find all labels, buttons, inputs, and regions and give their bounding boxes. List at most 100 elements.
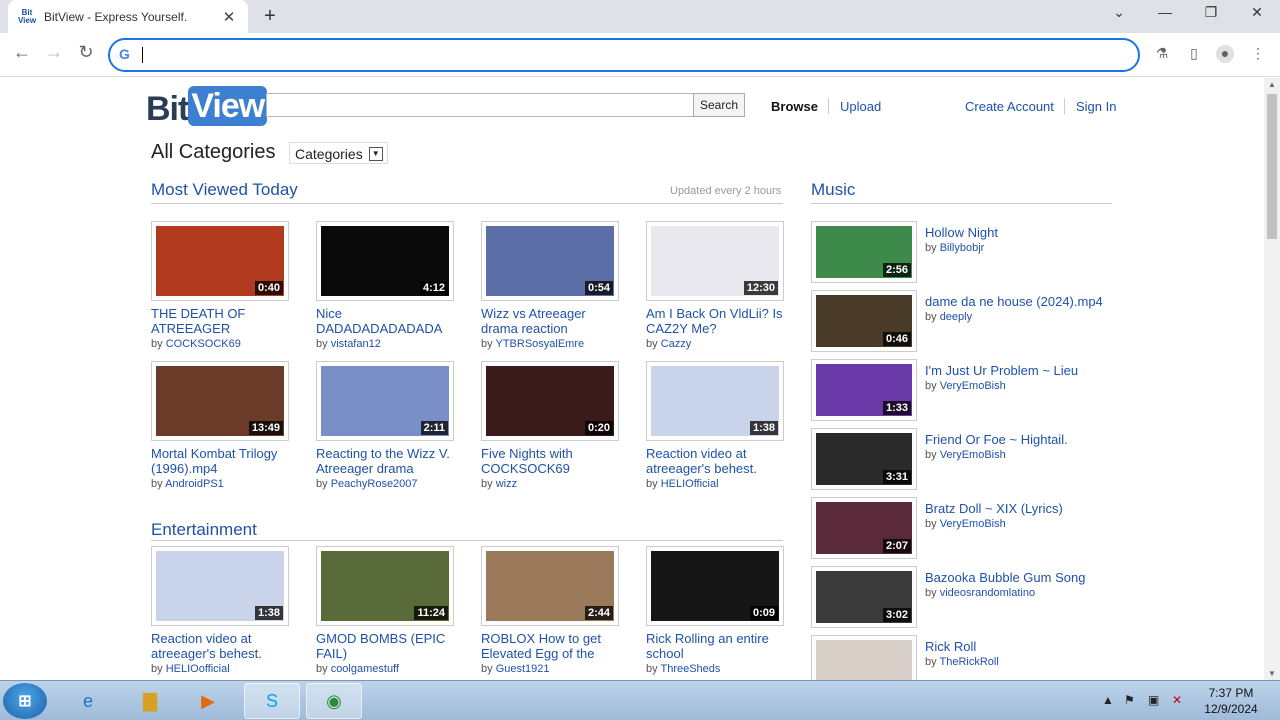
tab-search-chevron-icon[interactable]: ⌄ — [1107, 4, 1131, 21]
video-thumbnail[interactable]: 0:46 — [811, 290, 917, 352]
video-card[interactable]: 2:44 ROBLOX How to get Elevated Egg of th… — [481, 546, 621, 675]
scrollbar-thumb[interactable] — [1267, 94, 1277, 239]
video-card[interactable]: 4:12 Nice DADADADADADADA by vistafan12 — [316, 221, 456, 350]
system-clock[interactable]: 7:37 PM 12/9/2024 — [1196, 685, 1266, 717]
video-thumbnail[interactable]: 4:12 — [316, 221, 454, 301]
music-title-link[interactable]: Rick Roll — [925, 639, 976, 654]
video-card[interactable]: 2:11 Reacting to the Wizz V. Atreeager dr… — [316, 361, 456, 490]
video-thumbnail[interactable]: 0:20 — [481, 361, 619, 441]
author-link[interactable]: ThreeSheds — [660, 663, 720, 675]
video-title-link[interactable]: Wizz vs Atreeager drama reaction — [481, 306, 621, 336]
music-title-link[interactable]: Bratz Doll ~ XIX (Lyrics) — [925, 501, 1063, 516]
video-thumbnail[interactable]: 0:09 — [646, 546, 784, 626]
video-thumbnail[interactable]: 2:11 — [316, 361, 454, 441]
music-item[interactable]: 1:33 I'm Just Ur Problem ~ Lieu by VeryEmo… — [811, 359, 1131, 423]
author-link[interactable]: YTBRSosyalEmre — [495, 338, 584, 350]
author-link[interactable]: Guest1921 — [496, 663, 550, 675]
video-title-link[interactable]: Reaction video at atreeager's behest. — [646, 446, 786, 476]
video-title-link[interactable]: Am I Back On VldLii? Is CAZ2Y Me? — [646, 306, 786, 336]
video-card[interactable]: 0:40 THE DEATH OF ATREEAGER by COCKSOCK69 — [151, 221, 291, 350]
chrome-icon[interactable]: ◉ — [306, 683, 362, 719]
forward-icon[interactable]: → — [42, 42, 66, 63]
video-thumbnail[interactable]: 1:38 — [151, 546, 289, 626]
browser-tab[interactable]: Bit View BitView - Express Yourself. ✕ — [8, 0, 248, 33]
music-title-link[interactable]: Friend Or Foe ~ Hightail. — [925, 432, 1068, 447]
music-title-link[interactable]: I'm Just Ur Problem ~ Lieu — [925, 363, 1078, 378]
author-link[interactable]: Cazzy — [661, 338, 692, 350]
start-button-icon[interactable]: ⊞ — [3, 683, 47, 719]
profile-avatar-icon[interactable]: ● — [1216, 45, 1234, 63]
video-thumbnail[interactable]: 11:24 — [316, 546, 454, 626]
new-tab-icon[interactable]: + — [260, 5, 280, 28]
section-title-entertainment[interactable]: Entertainment — [151, 520, 257, 540]
music-title-link[interactable]: Bazooka Bubble Gum Song — [925, 570, 1085, 585]
reload-icon[interactable]: ↻ — [74, 42, 98, 63]
section-title-most-viewed[interactable]: Most Viewed Today — [151, 180, 298, 200]
network-icon[interactable]: ▣ — [1148, 693, 1159, 707]
video-thumbnail[interactable]: 2:56 — [811, 221, 917, 283]
internet-explorer-icon[interactable]: e — [60, 683, 116, 719]
video-title-link[interactable]: Reaction video at atreeager's behest. — [151, 631, 291, 661]
video-title-link[interactable]: ROBLOX How to get Elevated Egg of the — [481, 631, 621, 661]
restore-icon[interactable]: ❐ — [1199, 4, 1223, 21]
close-tab-icon[interactable]: ✕ — [220, 8, 238, 26]
video-card[interactable]: 1:38 Reaction video at atreeager's behest… — [151, 546, 291, 675]
video-thumbnail[interactable]: 1:33 — [811, 359, 917, 421]
media-player-icon[interactable]: ▶ — [180, 683, 236, 719]
video-card[interactable]: 0:09 Rick Rolling an entire school by Thre… — [646, 546, 786, 675]
video-thumbnail[interactable]: 0:54 — [481, 221, 619, 301]
author-link[interactable]: HELIOofficial — [166, 663, 230, 675]
author-link[interactable]: Billybobjr — [940, 242, 985, 254]
video-thumbnail[interactable]: 3:31 — [811, 428, 917, 490]
scroll-up-icon[interactable]: ▲ — [1268, 80, 1276, 89]
video-card[interactable]: 0:20 Five Nights with COCKSOCK69 by wizz — [481, 361, 621, 490]
video-thumbnail[interactable]: 2:44 — [481, 546, 619, 626]
video-card[interactable]: 0:54 Wizz vs Atreeager drama reaction by Y… — [481, 221, 621, 350]
menu-kebab-icon[interactable]: ⋮ — [1249, 45, 1267, 63]
action-center-flag-icon[interactable]: ⚑ — [1124, 693, 1135, 707]
video-title-link[interactable]: Five Nights with COCKSOCK69 — [481, 446, 621, 476]
video-title-link[interactable]: GMOD BOMBS (EPIC FAIL) — [316, 631, 456, 661]
address-bar[interactable]: G — [108, 38, 1140, 72]
site-search-input[interactable] — [266, 93, 694, 117]
address-input[interactable] — [144, 44, 1104, 66]
music-title-link[interactable]: Hollow Night — [925, 225, 998, 240]
music-item[interactable]: 3:02 Bazooka Bubble Gum Song by videosrand… — [811, 566, 1131, 630]
categories-dropdown[interactable]: Categories ▼ — [289, 142, 388, 164]
author-link[interactable]: COCKSOCK69 — [166, 338, 241, 350]
author-link[interactable]: vistafan12 — [331, 338, 381, 350]
music-item[interactable]: 2:56 Hollow Night by Billybobjr — [811, 221, 1131, 285]
author-link[interactable]: AndroidPS1 — [165, 478, 224, 490]
skype-icon[interactable]: S — [244, 683, 300, 719]
author-link[interactable]: PeachyRose2007 — [331, 478, 418, 490]
site-search-button[interactable]: Search — [693, 93, 745, 117]
video-thumbnail[interactable]: 12:30 — [646, 221, 784, 301]
author-link[interactable]: VeryEmoBish — [940, 518, 1006, 530]
volume-muted-icon[interactable]: ✕ — [1172, 693, 1182, 707]
author-link[interactable]: wizz — [496, 478, 517, 490]
bitview-logo[interactable]: Bit View — [146, 86, 268, 126]
video-card[interactable]: 11:24 GMOD BOMBS (EPIC FAIL) by coolgamest… — [316, 546, 456, 675]
video-card[interactable]: 1:38 Reaction video at atreeager's behest… — [646, 361, 786, 490]
minimize-icon[interactable]: — — [1153, 4, 1177, 20]
author-link[interactable]: videosrandomlatino — [940, 587, 1035, 599]
section-title-music[interactable]: Music — [811, 180, 855, 200]
video-thumbnail[interactable] — [811, 635, 917, 680]
nav-create-account-link[interactable]: Create Account — [965, 99, 1054, 114]
back-icon[interactable]: ← — [10, 42, 34, 63]
music-item[interactable]: 2:07 Bratz Doll ~ XIX (Lyrics) by VeryEmoB… — [811, 497, 1131, 561]
music-item[interactable]: 3:31 Friend Or Foe ~ Hightail. by VeryEmoB… — [811, 428, 1131, 492]
file-explorer-icon[interactable]: ▇ — [122, 683, 178, 719]
tray-expand-icon[interactable]: ▲ — [1102, 693, 1114, 707]
video-thumbnail[interactable]: 1:38 — [646, 361, 784, 441]
music-item[interactable]: 0:46 dame da ne house (2024).mp4 by deeply — [811, 290, 1131, 354]
nav-browse-link[interactable]: Browse — [771, 99, 818, 114]
page-scrollbar[interactable]: ▲ ▼ — [1264, 78, 1280, 680]
video-title-link[interactable]: Nice DADADADADADADA — [316, 306, 456, 336]
video-card[interactable]: 13:49 Mortal Kombat Trilogy (1996).mp4 by … — [151, 361, 291, 490]
video-title-link[interactable]: Mortal Kombat Trilogy (1996).mp4 — [151, 446, 291, 476]
close-window-icon[interactable]: ✕ — [1245, 4, 1269, 21]
video-thumbnail[interactable]: 3:02 — [811, 566, 917, 628]
author-link[interactable]: deeply — [940, 311, 972, 323]
music-item[interactable]: Rick Roll by TheRickRoll — [811, 635, 1131, 680]
